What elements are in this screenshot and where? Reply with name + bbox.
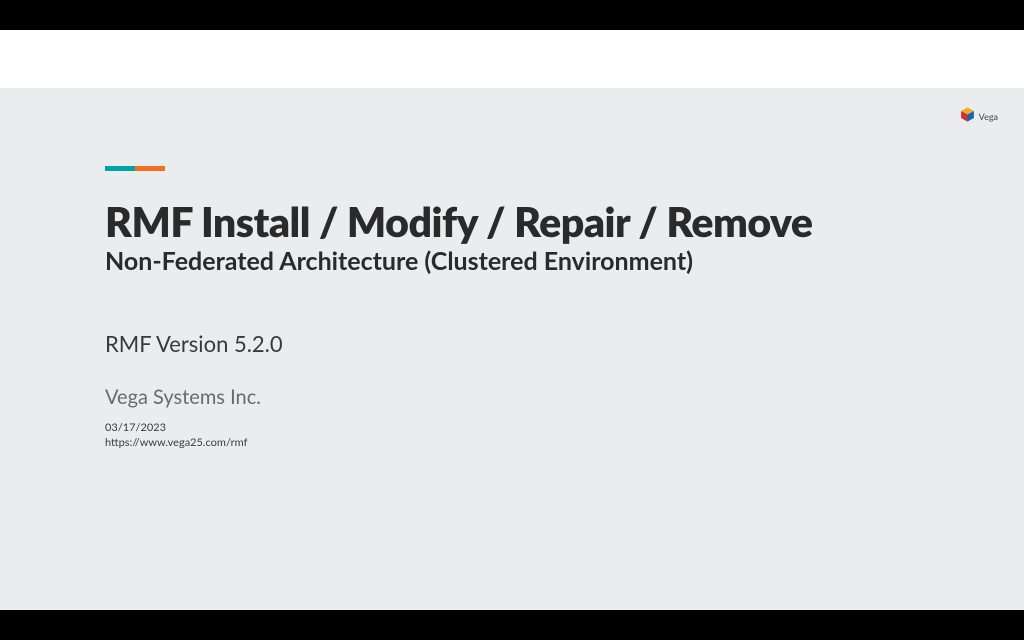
- company-name: Vega Systems Inc.: [105, 385, 944, 409]
- slide-title: RMF Install / Modify / Repair / Remove: [105, 199, 944, 244]
- slide-url: https://www.vega25.com/rmf: [105, 436, 944, 451]
- slide-meta: 03/17/2023 https://www.vega25.com/rmf: [105, 421, 944, 451]
- cube-icon: [959, 106, 976, 127]
- slide-date: 03/17/2023: [105, 421, 944, 436]
- version-label: RMF Version 5.2.0: [105, 330, 944, 357]
- accent-orange: [135, 166, 165, 171]
- slide-subtitle: Non-Federated Architecture (Clustered En…: [105, 246, 944, 276]
- title-slide: Vega RMF Install / Modify / Repair / Rem…: [0, 88, 1024, 610]
- slide-content: RMF Install / Modify / Repair / Remove N…: [105, 166, 944, 451]
- accent-teal: [105, 166, 135, 171]
- brand-name: Vega: [979, 111, 998, 122]
- accent-bar: [105, 166, 165, 171]
- brand-logo: Vega: [959, 106, 998, 127]
